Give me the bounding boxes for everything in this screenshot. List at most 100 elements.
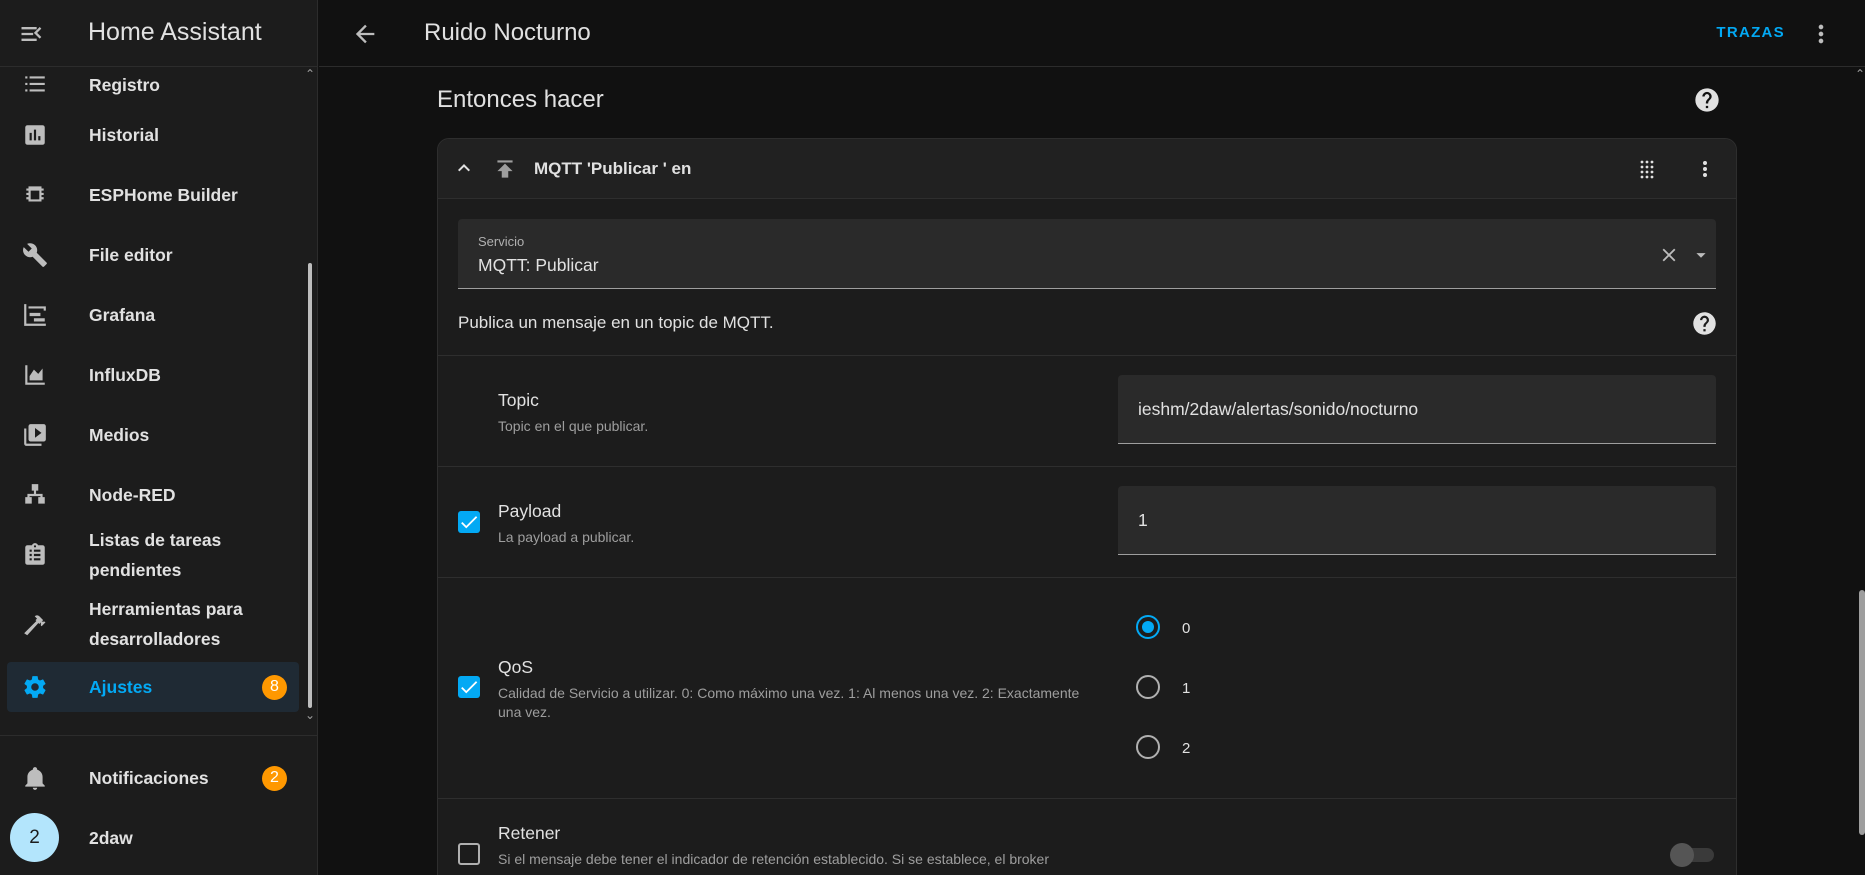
sidebar-item-user[interactable]: 2daw xyxy=(60,813,300,863)
sidebar-item-label: File editor xyxy=(89,245,173,265)
sidebar-item-label-line1: Herramientas para xyxy=(89,599,243,619)
qos-radio-1[interactable] xyxy=(1136,675,1160,699)
sidebar-item-label: Registro xyxy=(89,75,160,95)
traces-button[interactable]: TRAZAS xyxy=(1716,24,1785,41)
chevron-up-icon[interactable] xyxy=(452,156,476,180)
wrench-icon xyxy=(21,241,49,269)
close-icon[interactable] xyxy=(1658,244,1680,266)
qos-radio-2[interactable] xyxy=(1136,735,1160,759)
sidebar-item-medios[interactable]: Medios xyxy=(7,410,299,460)
sidebar-scroll-down-icon[interactable]: ⌄ xyxy=(305,708,315,722)
qos-option-label: 1 xyxy=(1182,680,1191,697)
qos-option-label: 0 xyxy=(1182,620,1191,637)
sidebar-item-label: Node-RED xyxy=(89,485,176,505)
sidebar-item-label: Historial xyxy=(89,125,160,145)
chart-timeline-icon xyxy=(21,301,49,329)
sidebar-item-influxdb[interactable]: InfluxDB xyxy=(7,350,299,400)
topic-description: Topic en el que publicar. xyxy=(498,418,649,434)
retain-checkbox[interactable] xyxy=(458,843,480,865)
main-scroll-up-icon[interactable]: ⌃ xyxy=(1855,67,1865,81)
sidebar-item-node-red[interactable]: Node-RED xyxy=(7,470,299,520)
help-icon[interactable] xyxy=(1693,86,1721,114)
toggle-thumb xyxy=(1670,843,1694,867)
chart-areaspline-icon xyxy=(21,361,49,389)
sitemap-icon xyxy=(21,481,49,509)
list-icon xyxy=(21,71,49,99)
sidebar-item-label: InfluxDB xyxy=(89,365,161,385)
sidebar-item-label: Notificaciones xyxy=(89,768,209,788)
service-description: Publica un mensaje en un topic de MQTT. xyxy=(458,313,774,332)
menu-collapse-icon[interactable] xyxy=(18,20,46,48)
sidebar: Home Assistant Registro Historial ESPHom… xyxy=(0,0,318,875)
sidebar-header: Home Assistant xyxy=(0,0,318,67)
service-select[interactable]: Servicio MQTT: Publicar xyxy=(458,219,1716,289)
qos-name: QoS xyxy=(498,657,534,677)
retain-toggle[interactable] xyxy=(1670,843,1718,867)
sidebar-scroll-up-icon[interactable]: ⌃ xyxy=(305,67,315,81)
qos-description: Calidad de Servicio a utilizar. 0: Como … xyxy=(498,685,1080,720)
service-value: MQTT: Publicar xyxy=(478,255,599,275)
sidebar-item-file-editor[interactable]: File editor xyxy=(7,230,299,280)
sidebar-item-label-line2: desarrolladores xyxy=(89,629,221,649)
clipboard-list-icon xyxy=(21,541,49,569)
topic-input[interactable]: ieshm/2daw/alertas/sonido/nocturno xyxy=(1118,375,1716,444)
sidebar-item-grafana[interactable]: Grafana xyxy=(7,290,299,340)
more-vertical-icon[interactable] xyxy=(1693,157,1717,181)
divider xyxy=(438,355,1736,356)
sidebar-item-label: ESPHome Builder xyxy=(89,185,238,205)
action-card: MQTT 'Publicar ' en Servicio MQTT: Publi… xyxy=(437,138,1737,875)
payload-value: 1 xyxy=(1138,510,1148,530)
sidebar-item-label: Ajustes xyxy=(89,677,153,697)
chart-box-icon xyxy=(21,121,49,149)
sidebar-scrollbar[interactable] xyxy=(308,263,312,708)
sidebar-item-label: Grafana xyxy=(89,305,156,325)
notifications-badge: 2 xyxy=(262,765,287,791)
payload-input[interactable]: 1 xyxy=(1118,486,1716,555)
caret-down-icon[interactable] xyxy=(1690,244,1712,266)
sidebar-item-notifications[interactable]: Notificaciones 2 xyxy=(7,753,299,803)
sidebar-item-historial[interactable]: Historial xyxy=(7,110,299,160)
topic-value: ieshm/2daw/alertas/sonido/nocturno xyxy=(1138,399,1419,419)
divider xyxy=(438,798,1736,799)
app-title: Home Assistant xyxy=(88,18,262,46)
hammer-icon xyxy=(21,611,49,639)
sidebar-nav: Registro Historial ESPHome Builder File … xyxy=(0,67,318,722)
sidebar-item-ajustes[interactable]: Ajustes 8 xyxy=(7,662,299,712)
action-title: MQTT 'Publicar ' en xyxy=(534,159,692,178)
sidebar-item-developer-tools[interactable]: Herramientas para desarrolladores xyxy=(7,590,299,660)
chip-icon xyxy=(21,181,49,209)
action-card-header[interactable]: MQTT 'Publicar ' en xyxy=(438,139,1736,199)
settings-badge: 8 xyxy=(262,674,287,700)
help-icon[interactable] xyxy=(1691,310,1718,337)
retain-description: Si el mensaje debe tener el indicador de… xyxy=(498,851,1049,867)
sidebar-item-registro[interactable]: Registro xyxy=(7,67,299,110)
drag-handle-icon[interactable] xyxy=(1635,157,1659,181)
back-arrow-icon[interactable] xyxy=(351,20,379,48)
qos-checkbox[interactable] xyxy=(458,676,480,698)
more-vertical-icon[interactable] xyxy=(1807,20,1835,48)
bell-icon xyxy=(21,764,49,792)
sidebar-item-todo[interactable]: Listas de tareas pendientes xyxy=(7,530,299,580)
payload-checkbox[interactable] xyxy=(458,511,480,533)
sidebar-item-label: Listas de tareas pendientes xyxy=(89,530,222,580)
sidebar-item-esphome[interactable]: ESPHome Builder xyxy=(7,170,299,220)
divider xyxy=(438,577,1736,578)
divider xyxy=(438,466,1736,467)
toolbar: Ruido Nocturno TRAZAS xyxy=(319,0,1865,67)
cog-icon xyxy=(21,673,49,701)
service-label: Servicio xyxy=(478,234,525,249)
publish-icon xyxy=(492,156,518,182)
topic-name: Topic xyxy=(498,390,539,410)
section-title: Entonces hacer xyxy=(437,86,604,113)
payload-description: La payload a publicar. xyxy=(498,529,635,545)
user-name: 2daw xyxy=(89,828,133,848)
avatar[interactable]: 2 xyxy=(10,813,59,862)
qos-option-label: 2 xyxy=(1182,740,1191,757)
payload-name: Payload xyxy=(498,501,562,521)
main-scrollbar[interactable] xyxy=(1859,590,1865,835)
play-box-multiple-icon xyxy=(21,421,49,449)
qos-radio-0[interactable] xyxy=(1136,615,1160,639)
page-title: Ruido Nocturno xyxy=(424,19,591,46)
retain-name: Retener xyxy=(498,823,561,843)
sidebar-item-label: Medios xyxy=(89,425,150,445)
